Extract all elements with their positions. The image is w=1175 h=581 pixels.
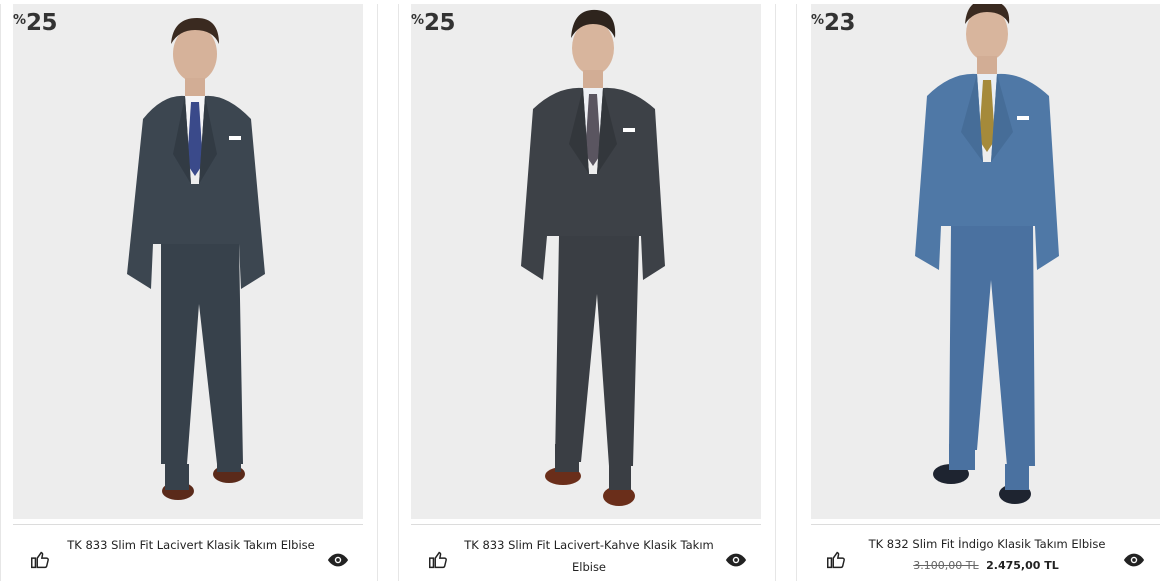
suit-model-illustration <box>13 4 363 519</box>
suit-model-illustration <box>411 4 761 519</box>
new-price: 2.475,00 TL <box>986 559 1059 572</box>
discount-badge: %23 <box>811 10 856 36</box>
product-image[interactable]: %25 <box>411 4 761 519</box>
divider <box>13 524 363 525</box>
discount-badge: %25 <box>13 10 58 36</box>
product-image[interactable]: %23 <box>811 4 1160 519</box>
product-card[interactable]: %23 TK 832 Slim Fit İndigo Klasik Takım … <box>796 4 1175 581</box>
percent-symbol: % <box>811 13 825 28</box>
percent-symbol: % <box>411 13 425 28</box>
percent-symbol: % <box>13 13 27 28</box>
product-image[interactable]: %25 <box>13 4 363 519</box>
discount-badge: %25 <box>411 10 456 36</box>
thumbs-up-icon[interactable] <box>427 549 449 571</box>
product-name[interactable]: TK 833 Slim Fit Lacivert-Kahve Klasik Ta… <box>459 534 719 578</box>
discount-value: 23 <box>824 10 856 36</box>
product-name[interactable]: TK 833 Slim Fit Lacivert Klasik Takım El… <box>61 534 321 556</box>
old-price: 3.100,00 TL <box>913 559 979 572</box>
eye-icon[interactable] <box>327 549 349 571</box>
product-name[interactable]: TK 832 Slim Fit İndigo Klasik Takım Elbi… <box>837 534 1137 554</box>
discount-value: 25 <box>26 10 58 36</box>
product-card[interactable]: %25 TK 833 Slim Fit Lacivert Klasik Takı… <box>0 4 378 581</box>
eye-icon[interactable] <box>725 549 747 571</box>
eye-icon[interactable] <box>1123 549 1145 571</box>
divider <box>411 524 761 525</box>
thumbs-up-icon[interactable] <box>29 549 51 571</box>
product-card[interactable]: %25 TK 833 Slim Fit Lacivert-Kahve Klasi… <box>398 4 776 581</box>
suit-model-illustration <box>811 4 1160 519</box>
discount-value: 25 <box>424 10 456 36</box>
price-row: 3.100,00 TL 2.475,00 TL <box>797 559 1175 572</box>
divider <box>811 524 1160 525</box>
